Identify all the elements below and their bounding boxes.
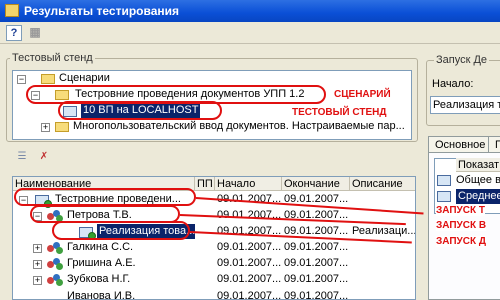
tab-second[interactable]: П	[488, 136, 500, 152]
user-icon	[47, 242, 63, 254]
report-icon[interactable]: ▦	[27, 25, 43, 41]
col-header-description[interactable]: Описание	[350, 177, 415, 191]
window-title-bar: Результаты тестирования	[0, 0, 500, 22]
col-header-indicator[interactable]: Показат	[456, 158, 500, 172]
stand-highlight	[58, 101, 222, 120]
indicator-row[interactable]: Общее в	[456, 173, 500, 188]
result-name[interactable]: Зубкова Н.Г.	[67, 272, 195, 287]
result-end: 09.01.2007...	[284, 273, 349, 285]
delete-icon[interactable]: ✗	[36, 150, 52, 164]
expander[interactable]: −	[17, 75, 26, 84]
expander[interactable]: +	[33, 276, 42, 285]
expander[interactable]: +	[33, 260, 42, 269]
window-title: Результаты тестирования	[24, 4, 180, 18]
launch-caption: Запуск Де	[434, 54, 490, 66]
result-end: 09.01.2007...	[284, 241, 349, 253]
app-icon	[5, 4, 19, 17]
test-stand-caption: Тестовый стенд	[10, 52, 95, 64]
indicator-row[interactable]: Среднее	[456, 189, 500, 204]
launch-highlight-1	[14, 188, 196, 206]
result-start: 09.01.2007...	[217, 241, 282, 253]
help-button[interactable]: ?	[6, 25, 22, 41]
tab-main[interactable]: Основное	[428, 136, 493, 152]
folder-icon	[41, 74, 55, 84]
start-field[interactable]: Реализация т	[430, 96, 500, 114]
launch-highlight-3	[52, 221, 190, 240]
tree-item-scenarios[interactable]: Сценарии	[59, 71, 110, 86]
chart-icon	[437, 175, 451, 186]
launch-annotation-1: ЗАПУСК Т	[436, 205, 485, 216]
toolbar	[0, 22, 500, 44]
col-header-start[interactable]: Начало	[215, 177, 282, 191]
result-name[interactable]: Галкина С.С.	[67, 240, 195, 255]
folder-icon	[55, 122, 69, 132]
stand-annotation: ТЕСТОВЫЙ СТЕНД	[292, 107, 387, 118]
col-header-end[interactable]: Окончание	[282, 177, 350, 191]
user-icon	[47, 274, 63, 286]
start-label: Начало:	[432, 78, 474, 90]
result-start: 09.01.2007...	[217, 273, 282, 285]
launch-annotation-3: ЗАПУСК Д	[436, 236, 486, 247]
refresh-icon[interactable]: ☰	[14, 150, 30, 164]
result-start: 09.01.2007...	[217, 257, 282, 269]
result-end: 09.01.2007...	[284, 290, 349, 300]
result-name[interactable]: Гришина А.Е.	[67, 256, 195, 271]
expander[interactable]: +	[41, 123, 50, 132]
scenario-annotation: СЦЕНАРИЙ	[334, 89, 391, 100]
tree-item-multiuser[interactable]: Многопользовательский ввод документов. Н…	[73, 119, 405, 134]
chart-icon	[437, 191, 451, 202]
launch-group	[426, 60, 500, 126]
user-icon	[47, 258, 63, 270]
expander[interactable]: +	[33, 244, 42, 253]
result-name[interactable]: Иванова И.В.	[67, 289, 195, 299]
launch-annotation-2: ЗАПУСК В	[436, 220, 487, 231]
result-description: Реализаци...	[352, 225, 416, 237]
col-header-pp[interactable]: ПП	[195, 177, 215, 191]
result-end: 09.01.2007...	[284, 257, 349, 269]
result-start: 09.01.2007...	[217, 290, 282, 300]
